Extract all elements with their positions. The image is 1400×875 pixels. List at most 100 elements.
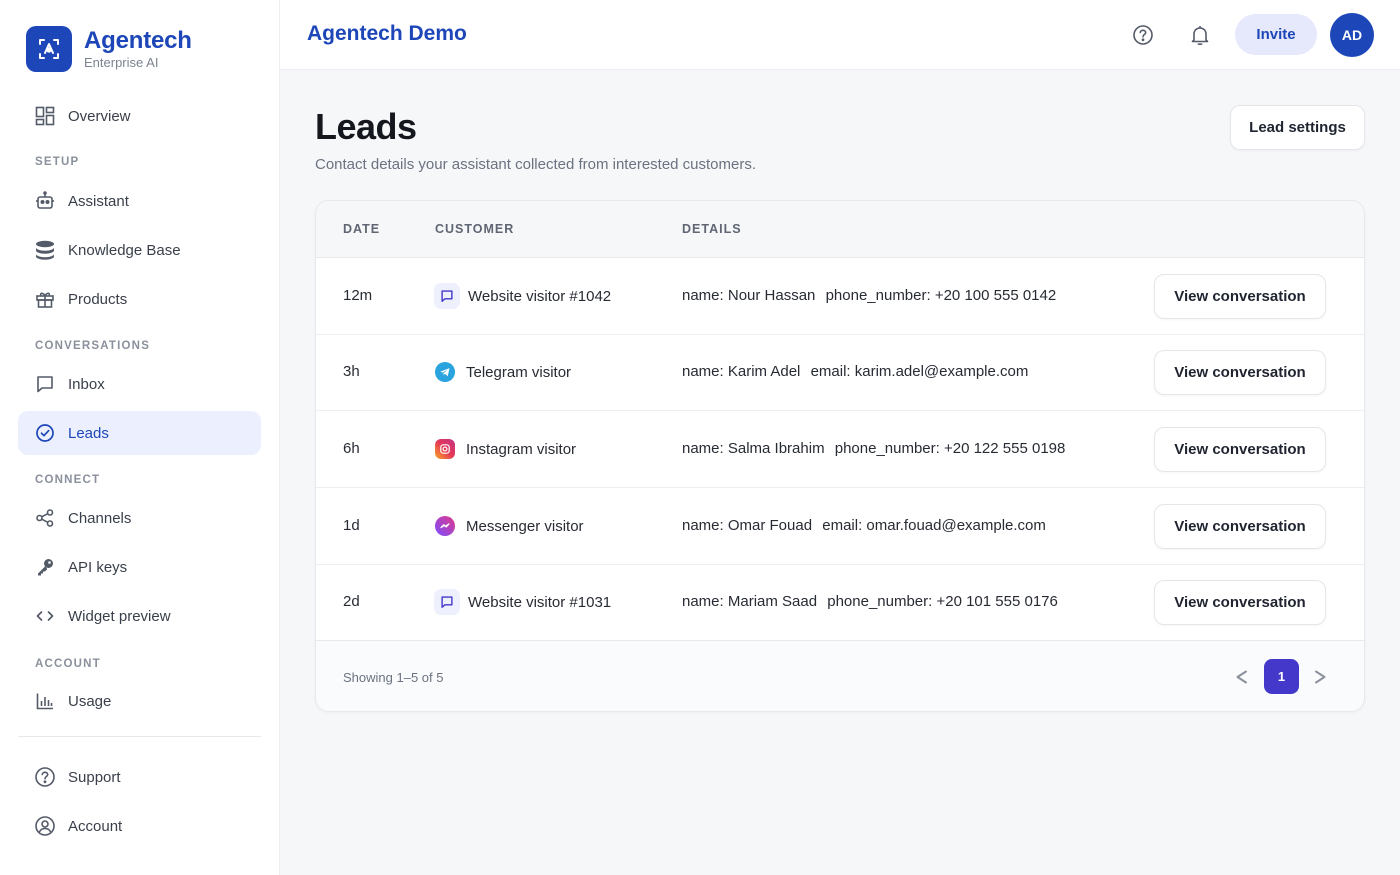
chevron-left-icon[interactable] (1228, 663, 1256, 691)
lead-details: name: Omar Fouad email: omar.fouad@examp… (682, 517, 1052, 534)
pagination-page-button[interactable]: 1 (1264, 659, 1299, 694)
column-header-date: DATE (343, 222, 381, 236)
sidebar-item-label: Leads (68, 424, 109, 442)
sidebar-item-api-keys[interactable]: API keys (18, 545, 261, 589)
sidebar-item-support[interactable]: Support (18, 755, 261, 799)
customer-name: Telegram visitor (466, 363, 572, 381)
sidebar-item-usage[interactable]: Usage (18, 679, 261, 723)
code-icon (34, 605, 56, 627)
sidebar-item-widget-preview[interactable]: Widget preview (18, 594, 261, 638)
section-label-account: ACCOUNT (35, 658, 101, 670)
sidebar-item-channels[interactable]: Channels (18, 496, 261, 540)
detail-contact: phone_number: +20 122 555 0198 (834, 440, 1066, 457)
lead-customer: Messenger visitor (434, 512, 584, 540)
robot-icon (34, 190, 56, 212)
view-conversation-button[interactable]: View conversation (1154, 580, 1326, 625)
lead-date: 1d (343, 517, 360, 534)
brand-logo-icon (26, 26, 72, 72)
key-icon (34, 556, 56, 578)
database-icon (34, 239, 56, 261)
customer-name: Website visitor #1042 (468, 287, 612, 305)
lead-date: 6h (343, 440, 360, 457)
lead-settings-button[interactable]: Lead settings (1230, 105, 1365, 150)
sidebar-item-label: Knowledge Base (68, 241, 181, 259)
sidebar-item-knowledge-base[interactable]: Knowledge Base (18, 228, 261, 272)
lead-details: name: Mariam Saad phone_number: +20 101 … (682, 593, 1064, 610)
view-conversation-button[interactable]: View conversation (1154, 504, 1326, 549)
table-header: DATE CUSTOMER DETAILS (316, 201, 1364, 258)
table-row: 6h Instagram visitor name: Salma Ibrahim… (316, 411, 1364, 488)
table-footer: Showing 1–5 of 5 1 (316, 640, 1364, 711)
lead-date: 12m (343, 287, 373, 304)
lead-customer: Telegram visitor (434, 358, 571, 386)
check-circle-icon (34, 422, 56, 444)
leads-table: DATE CUSTOMER DETAILS 12m Website visito… (315, 200, 1365, 712)
share-icon (34, 507, 56, 529)
sidebar-divider (18, 736, 261, 737)
user-avatar[interactable]: AD (1330, 13, 1374, 57)
sidebar-item-account[interactable]: Account (18, 804, 261, 848)
customer-name: Messenger visitor (466, 517, 584, 535)
detail-contact: phone_number: +20 101 555 0176 (827, 593, 1058, 610)
sidebar-item-label: Inbox (68, 375, 105, 393)
view-conversation-button[interactable]: View conversation (1154, 427, 1326, 472)
sidebar-item-label: API keys (68, 558, 128, 576)
column-header-details: DETAILS (682, 222, 742, 236)
lead-customer: Website visitor #1031 (434, 588, 611, 616)
brand[interactable]: Agentech Enterprise AI (26, 26, 192, 72)
section-label-setup: SETUP (35, 156, 80, 168)
detail-name: name: Karim Adel (682, 363, 801, 380)
sidebar-item-label: Overview (68, 107, 131, 125)
lead-details: name: Salma Ibrahim phone_number: +20 12… (682, 440, 1071, 457)
section-label-connect: CONNECT (35, 474, 101, 486)
brand-subtitle: Enterprise AI (84, 54, 159, 70)
detail-name: name: Nour Hassan (682, 287, 816, 304)
detail-contact: phone_number: +20 100 555 0142 (825, 287, 1057, 304)
lead-details: name: Nour Hassan phone_number: +20 100 … (682, 287, 1062, 304)
table-row: 1d Messenger visitor name: Omar Fouad em… (316, 488, 1364, 565)
sidebar-item-label: Products (68, 290, 128, 308)
lead-details: name: Karim Adel email: karim.adel@examp… (682, 363, 1034, 380)
website-chat-icon (434, 589, 460, 615)
instagram-icon (435, 439, 455, 459)
detail-name: name: Omar Fouad (682, 517, 813, 534)
page-title: Leads (315, 106, 417, 147)
brand-name: Agentech (84, 26, 192, 54)
notifications-bell-icon[interactable] (1187, 22, 1213, 48)
table-row: 2d Website visitor #1031 name: Mariam Sa… (316, 564, 1364, 641)
view-conversation-button[interactable]: View conversation (1154, 274, 1326, 319)
help-icon[interactable] (1130, 22, 1156, 48)
sidebar-item-label: Widget preview (68, 607, 171, 625)
sidebar-item-label: Account (68, 817, 123, 835)
table-row: 12m Website visitor #1042 name: Nour Has… (316, 258, 1364, 335)
sidebar-item-assistant[interactable]: Assistant (18, 179, 261, 223)
telegram-icon (435, 362, 455, 382)
customer-name: Instagram visitor (466, 440, 577, 458)
sidebar: Agentech Enterprise AI Overview SETUP As… (0, 0, 280, 875)
bar-chart-icon (34, 690, 56, 712)
messenger-icon (435, 516, 455, 536)
user-circle-icon (34, 815, 56, 837)
sidebar-item-label: Assistant (68, 192, 129, 210)
detail-contact: email: omar.fouad@example.com (822, 517, 1046, 534)
grid-icon (34, 105, 56, 127)
view-conversation-button[interactable]: View conversation (1154, 350, 1326, 395)
lead-date: 3h (343, 363, 360, 380)
gift-icon (34, 288, 56, 310)
chat-bubble-icon (34, 373, 56, 395)
help-circle-icon (34, 766, 56, 788)
detail-contact: email: karim.adel@example.com (810, 363, 1029, 380)
sidebar-item-inbox[interactable]: Inbox (18, 362, 261, 406)
lead-date: 2d (343, 593, 360, 610)
section-label-conversations: CONVERSATIONS (35, 340, 151, 352)
top-bar: Agentech Demo Invite AD (280, 0, 1400, 70)
detail-name: name: Mariam Saad (682, 593, 818, 610)
chevron-right-icon[interactable] (1306, 663, 1334, 691)
invite-button[interactable]: Invite (1235, 14, 1317, 55)
sidebar-item-overview[interactable]: Overview (18, 94, 261, 138)
column-header-customer: CUSTOMER (435, 222, 515, 236)
sidebar-item-products[interactable]: Products (18, 277, 261, 321)
pagination-summary: Showing 1–5 of 5 (343, 670, 444, 685)
sidebar-item-label: Support (68, 768, 121, 786)
sidebar-item-leads[interactable]: Leads (18, 411, 261, 455)
